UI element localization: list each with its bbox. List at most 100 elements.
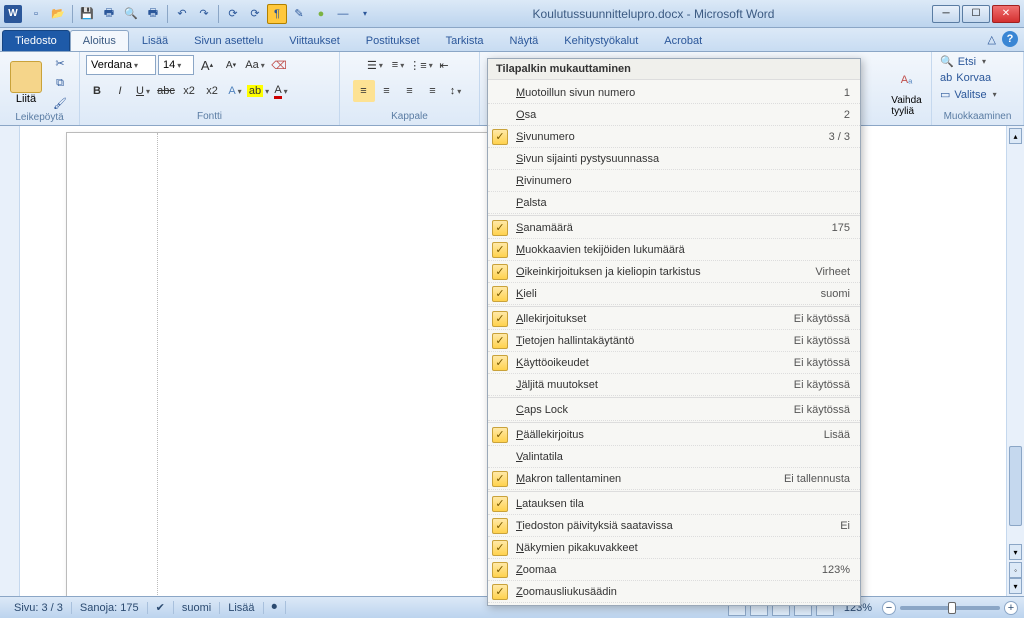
menu-item[interactable]: ✓AllekirjoituksetEi käytössä [488,308,860,330]
scroll-up-icon[interactable]: ▴ [1009,128,1022,144]
status-macro-icon[interactable]: ⏺ [264,601,287,614]
new-doc-icon[interactable]: ▫ [26,4,46,24]
vertical-ruler[interactable] [0,126,20,596]
status-words[interactable]: Sanoja: 175 [72,602,148,614]
menu-item[interactable]: Caps LockEi käytössä [488,399,860,421]
refresh-icon[interactable]: ⟳ [245,4,265,24]
strikethrough-button[interactable]: abc [155,80,177,102]
menu-item[interactable]: Osa2 [488,104,860,126]
font-name-select[interactable]: Verdana ▾ [86,55,156,75]
edit-icon[interactable]: ✎ [289,4,309,24]
menu-item[interactable]: ✓Latauksen tila [488,493,860,515]
change-styles-button[interactable]: Aₐ Vaihda tyyliä [885,57,929,119]
menu-item[interactable]: ✓Zoomaa123% [488,559,860,581]
save-icon[interactable]: 💾 [77,4,97,24]
bold-button[interactable]: B [86,80,108,102]
find-button[interactable]: 🔍 Etsi ▾ [938,54,988,69]
show-marks-icon[interactable]: ¶ [267,4,287,24]
replace-button[interactable]: ab Korvaa [938,71,993,85]
status-page[interactable]: Sivu: 3 / 3 [6,602,72,614]
divider-icon[interactable]: — [333,4,353,24]
tab-home[interactable]: Aloitus [70,30,129,51]
subscript-button[interactable]: x2 [178,80,200,102]
zoom-out-button[interactable]: − [882,601,896,615]
vertical-scrollbar[interactable]: ▴ ▾ ◦ ▾ [1006,126,1024,596]
copy-icon[interactable]: ⧉ [50,74,70,92]
menu-item[interactable]: ✓Makron tallentaminenEi tallennusta [488,468,860,490]
zoom-slider[interactable] [900,606,1000,610]
multilevel-icon[interactable]: ⋮≡▾ [410,54,432,76]
highlight-color-icon[interactable]: ab▾ [247,80,269,102]
superscript-button[interactable]: x2 [201,80,223,102]
tab-layout[interactable]: Sivun asettelu [181,30,276,51]
tab-mailings[interactable]: Postitukset [353,30,433,51]
redo-icon[interactable]: ↷ [194,4,214,24]
open-icon[interactable]: 📂 [48,4,68,24]
cut-icon[interactable]: ✂ [50,54,70,72]
menu-item[interactable]: ✓Oikeinkirjoituksen ja kieliopin tarkist… [488,261,860,283]
menu-item[interactable]: ✓Tiedoston päivityksiä saatavissaEi [488,515,860,537]
paste-button[interactable]: Liitä [6,59,46,107]
menu-item[interactable]: ✓Muokkaavien tekijöiden lukumäärä [488,239,860,261]
menu-item[interactable]: ✓Zoomausliukusäädin [488,581,860,603]
tab-view[interactable]: Näytä [497,30,552,51]
tab-review[interactable]: Tarkista [433,30,497,51]
undo-icon[interactable]: ↶ [172,4,192,24]
decrease-indent-icon[interactable]: ⇤ [433,54,455,76]
menu-item[interactable]: Muotoillun sivun numero1 [488,82,860,104]
menu-item[interactable]: Rivinumero [488,170,860,192]
status-proofing-icon[interactable]: ✔ [148,601,174,614]
menu-item[interactable]: Jäljitä muutoksetEi käytössä [488,374,860,396]
menu-item[interactable]: Sivun sijainti pystysuunnassa [488,148,860,170]
align-left-icon[interactable]: ≡ [353,80,375,102]
clear-format-icon[interactable]: ⌫ [268,54,290,76]
justify-icon[interactable]: ≡ [422,80,444,102]
quick-print-icon[interactable]: 🖶 [99,4,119,24]
italic-button[interactable]: I [109,80,131,102]
scroll-down-icon[interactable]: ▾ [1009,544,1022,560]
minimize-button[interactable]: ─ [932,5,960,23]
menu-item[interactable]: ✓Kielisuomi [488,283,860,305]
zoom-slider-thumb[interactable] [948,602,956,614]
change-case-icon[interactable]: Aa▾ [244,54,266,76]
print-preview-icon[interactable]: 🔍 [121,4,141,24]
align-center-icon[interactable]: ≡ [376,80,398,102]
bullet-icon[interactable]: ● [311,4,331,24]
tab-acrobat[interactable]: Acrobat [651,30,715,51]
prev-page-icon[interactable]: ◦ [1009,562,1022,578]
qat-customize-arrow[interactable]: ▾ [355,4,375,24]
print-setup-icon[interactable]: 🖶 [143,4,163,24]
menu-item[interactable]: ✓PäällekirjoitusLisää [488,424,860,446]
line-spacing-icon[interactable]: ↕▾ [445,80,467,102]
menu-item[interactable]: ✓Sivunumero3 / 3 [488,126,860,148]
menu-item[interactable]: ✓KäyttöoikeudetEi käytössä [488,352,860,374]
menu-item[interactable]: Palsta [488,192,860,214]
zoom-in-button[interactable]: + [1004,601,1018,615]
menu-item[interactable]: ✓Näkymien pikakuvakkeet [488,537,860,559]
tab-references[interactable]: Viittaukset [276,30,353,51]
help-icon[interactable]: ? [1002,31,1018,47]
format-painter-icon[interactable]: 🖌 [50,94,70,112]
shrink-font-icon[interactable]: A▾ [220,54,242,76]
numbering-icon[interactable]: ≡▾ [387,54,409,76]
tab-file[interactable]: Tiedosto [2,30,70,51]
close-button[interactable]: ✕ [992,5,1020,23]
status-language[interactable]: suomi [174,602,220,614]
status-insert-mode[interactable]: Lisää [220,602,263,614]
tab-developer[interactable]: Kehitystyökalut [551,30,651,51]
grow-font-icon[interactable]: A▴ [196,54,218,76]
maximize-button[interactable]: ☐ [962,5,990,23]
bullets-icon[interactable]: ☰▾ [364,54,386,76]
tab-insert[interactable]: Lisää [129,30,181,51]
sync-icon[interactable]: ⟳ [223,4,243,24]
align-right-icon[interactable]: ≡ [399,80,421,102]
menu-item[interactable]: Valintatila [488,446,860,468]
select-button[interactable]: ▭ Valitse ▾ [938,87,999,102]
underline-button[interactable]: U▾ [132,80,154,102]
menu-item[interactable]: ✓Sanamäärä175 [488,217,860,239]
menu-item[interactable]: ✓Tietojen hallintakäytäntöEi käytössä [488,330,860,352]
minimize-ribbon-icon[interactable]: △ [988,33,996,46]
next-page-icon[interactable]: ▾ [1009,578,1022,594]
text-effects-icon[interactable]: A▾ [224,80,246,102]
scroll-thumb[interactable] [1009,446,1022,526]
